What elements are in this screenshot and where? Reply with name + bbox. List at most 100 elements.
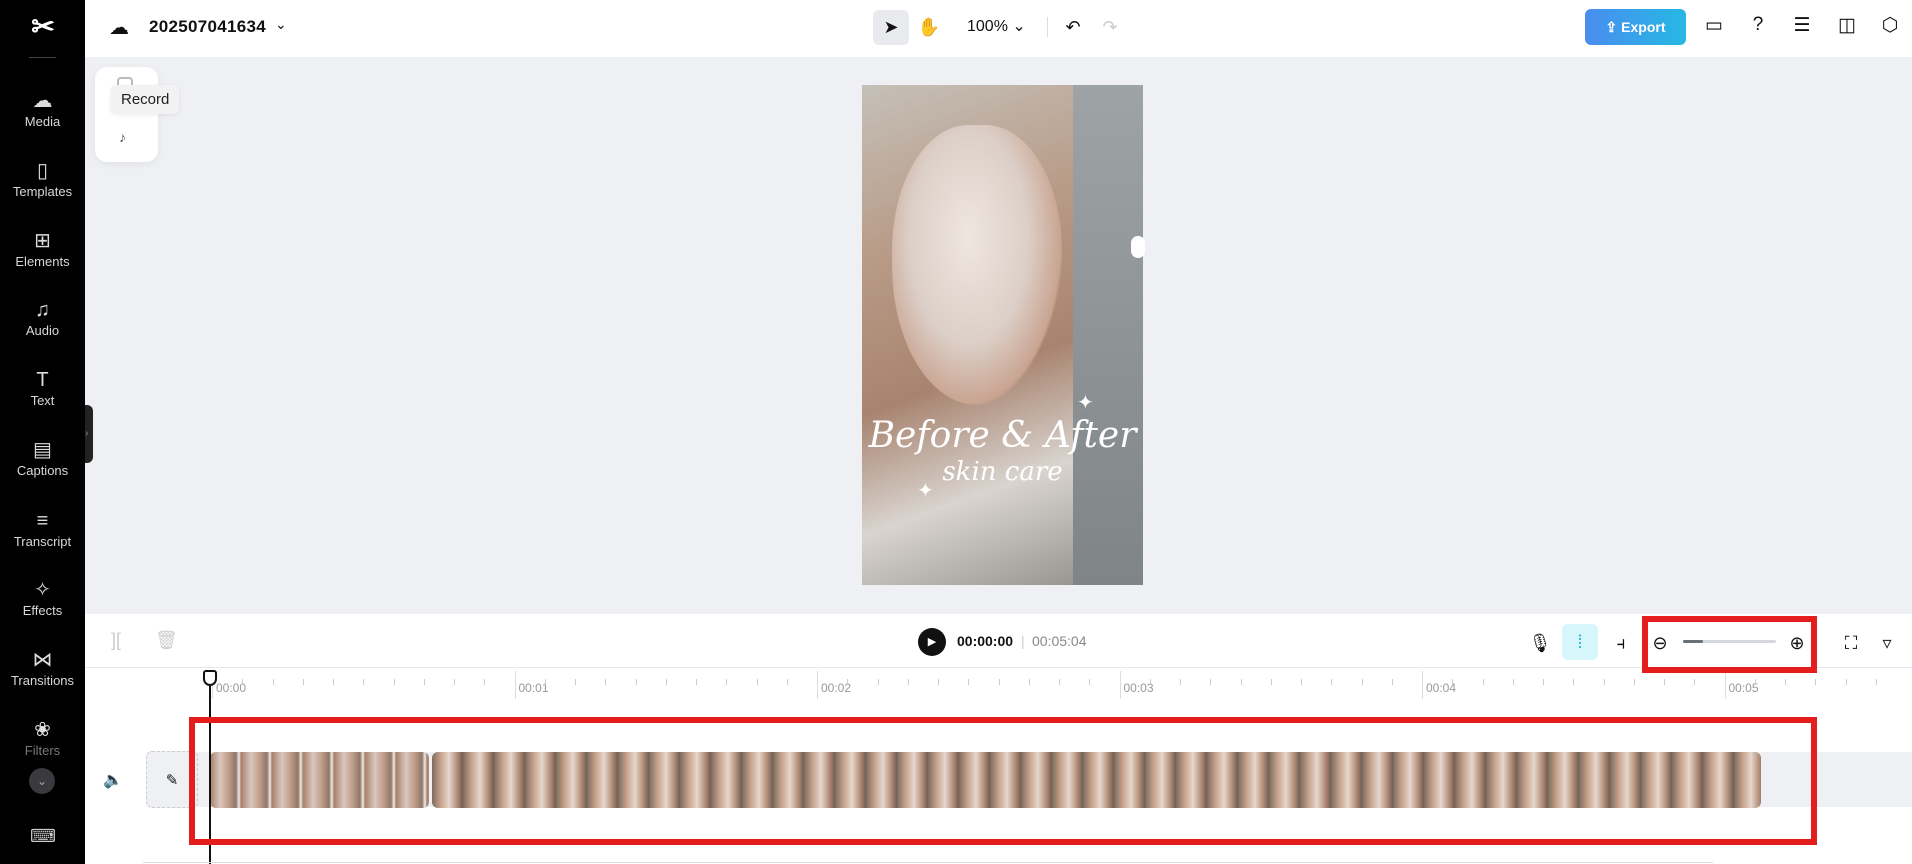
ruler-tick bbox=[363, 679, 365, 685]
ruler-tick bbox=[1815, 679, 1817, 685]
ruler-tick bbox=[423, 679, 425, 685]
play-button[interactable]: ▶ bbox=[918, 628, 946, 656]
templates-icon: ▯ bbox=[36, 160, 48, 182]
text-icon: T bbox=[36, 369, 49, 391]
ruler-tick bbox=[635, 679, 637, 685]
ruler-tick bbox=[1603, 679, 1605, 685]
capcut-logo-icon: ✂ bbox=[31, 11, 55, 42]
transcript-icon: ≡ bbox=[36, 510, 49, 532]
ruler-tick bbox=[938, 679, 939, 685]
ruler-tick bbox=[333, 679, 334, 685]
split-clip-icon[interactable]: ][ bbox=[111, 630, 121, 651]
ruler-tick bbox=[1270, 679, 1272, 685]
ruler-tick bbox=[847, 679, 849, 685]
microphone-icon[interactable]: 🎙 bbox=[1526, 629, 1554, 657]
divider bbox=[29, 57, 56, 58]
export-button[interactable]: ⇪ Export bbox=[1585, 9, 1686, 45]
record-tooltip: Record bbox=[111, 85, 180, 114]
ruler-tick bbox=[1331, 679, 1333, 685]
sparkle-icon: ✦ bbox=[917, 480, 934, 502]
sidebar-item-audio[interactable]: ♫ Audio bbox=[0, 297, 85, 357]
split-icon[interactable]: ⫞ bbox=[1607, 629, 1635, 657]
chevron-down-icon[interactable]: ⌄ bbox=[275, 16, 287, 33]
preview-resize-handle[interactable] bbox=[1131, 236, 1145, 258]
project-title[interactable]: 202507041634 bbox=[149, 17, 266, 37]
sidebar-item-transitions[interactable]: ⋈ Transitions bbox=[0, 647, 85, 707]
undo-icon: ↶ bbox=[1065, 17, 1081, 37]
sidebar-item-text[interactable]: T Text bbox=[0, 367, 85, 427]
ruler-tick bbox=[696, 679, 697, 685]
ruler-tick bbox=[877, 679, 879, 685]
ruler-tick bbox=[1543, 679, 1544, 685]
select-tool-button[interactable]: ➤ bbox=[873, 10, 909, 45]
elements-icon: ⊞ bbox=[34, 230, 51, 252]
transitions-icon: ⋈ bbox=[32, 649, 53, 671]
collapse-panel-handle[interactable]: › bbox=[85, 405, 93, 463]
ruler-tick bbox=[575, 679, 576, 685]
ruler-tick bbox=[1875, 679, 1877, 685]
pencil-icon: ✎ bbox=[165, 772, 179, 789]
ruler-tick bbox=[968, 679, 970, 685]
keyboard-icon[interactable]: ⌨ bbox=[30, 826, 56, 847]
ruler-tick bbox=[1059, 679, 1060, 685]
divider bbox=[143, 862, 1713, 863]
layout-panel-icon[interactable]: ◫ bbox=[1834, 14, 1860, 37]
highlight-box-zoom-controls bbox=[1642, 616, 1817, 673]
highlight-box-clip-track bbox=[189, 717, 1817, 845]
playhead-handle[interactable] bbox=[203, 670, 217, 686]
comment-icon[interactable]: ▿ bbox=[1873, 629, 1901, 657]
ruler-tick bbox=[726, 679, 728, 685]
total-time: 00:05:04 bbox=[1032, 633, 1087, 649]
ruler-tick bbox=[1240, 679, 1242, 685]
settings-icon[interactable]: ⬡ bbox=[1877, 14, 1903, 37]
left-sidebar: ✂ ☁ Media ▯ Templates ⊞ Elements ♫ Audio T Te… bbox=[0, 0, 85, 864]
sidebar-item-transcript[interactable]: ≡ Transcript bbox=[0, 508, 85, 568]
effects-icon: ✧ bbox=[34, 579, 51, 601]
redo-icon: ↷ bbox=[1102, 17, 1118, 37]
ruler-major-tick bbox=[514, 671, 516, 699]
zoom-level-select[interactable]: 100% ⌄ bbox=[967, 16, 1026, 36]
speaker-icon[interactable]: 🔈 bbox=[103, 770, 123, 790]
ruler-tick bbox=[454, 679, 455, 685]
sidebar-item-elements[interactable]: ⊞ Elements bbox=[0, 228, 85, 288]
cloud-upload-icon: ☁ bbox=[32, 90, 53, 112]
preview-face bbox=[892, 125, 1062, 405]
ruler-tick bbox=[1180, 679, 1181, 685]
sidebar-item-effects[interactable]: ✧ Effects bbox=[0, 577, 85, 637]
hand-tool-button[interactable]: ✋ bbox=[911, 10, 947, 45]
preview-background bbox=[1073, 85, 1143, 585]
divider bbox=[1047, 17, 1048, 37]
captions-icon: ▤ bbox=[33, 439, 52, 461]
ruler-tick bbox=[1754, 679, 1756, 685]
more-chevron-down-icon[interactable]: ⌄ bbox=[29, 768, 55, 794]
ruler-major-tick bbox=[1119, 671, 1121, 699]
sparkle-icon: ✦ bbox=[1077, 392, 1094, 414]
present-download-icon[interactable]: ▭ bbox=[1701, 14, 1727, 37]
sidebar-item-templates[interactable]: ▯ Templates bbox=[0, 158, 85, 218]
tiktok-icon[interactable]: ♪ bbox=[119, 129, 126, 145]
ruler-tick bbox=[1785, 679, 1786, 685]
hand-icon: ✋ bbox=[917, 17, 941, 37]
ruler-tick bbox=[907, 679, 909, 685]
sidebar-item-media[interactable]: ☁ Media bbox=[0, 88, 85, 148]
redo-button[interactable]: ↷ bbox=[1092, 10, 1128, 45]
ruler-tick bbox=[272, 679, 274, 685]
upload-icon: ⇪ bbox=[1605, 19, 1618, 35]
help-icon[interactable]: ? bbox=[1745, 14, 1771, 36]
ruler-tick bbox=[1452, 679, 1454, 685]
fit-fullscreen-icon[interactable]: ⛶ bbox=[1837, 629, 1865, 657]
auto-snap-button[interactable]: ⁞ bbox=[1562, 624, 1598, 660]
ruler-tick bbox=[302, 679, 304, 685]
sidebar-item-captions[interactable]: ▤ Captions bbox=[0, 437, 85, 497]
delete-icon[interactable]: 🗑 bbox=[155, 630, 178, 651]
layers-icon[interactable]: ☰ bbox=[1789, 14, 1815, 37]
video-preview[interactable]: Before & After skin care ✦ ✦ bbox=[862, 85, 1143, 585]
ruler-tick bbox=[1149, 679, 1151, 685]
ruler-tick bbox=[756, 679, 758, 685]
ruler-tick bbox=[544, 679, 546, 685]
ruler-tick bbox=[1210, 679, 1212, 685]
undo-button[interactable]: ↶ bbox=[1055, 10, 1091, 45]
preview-subtitle-text: skin care bbox=[942, 457, 1063, 487]
ruler-tick bbox=[242, 679, 244, 685]
pointer-icon: ➤ bbox=[883, 17, 899, 37]
